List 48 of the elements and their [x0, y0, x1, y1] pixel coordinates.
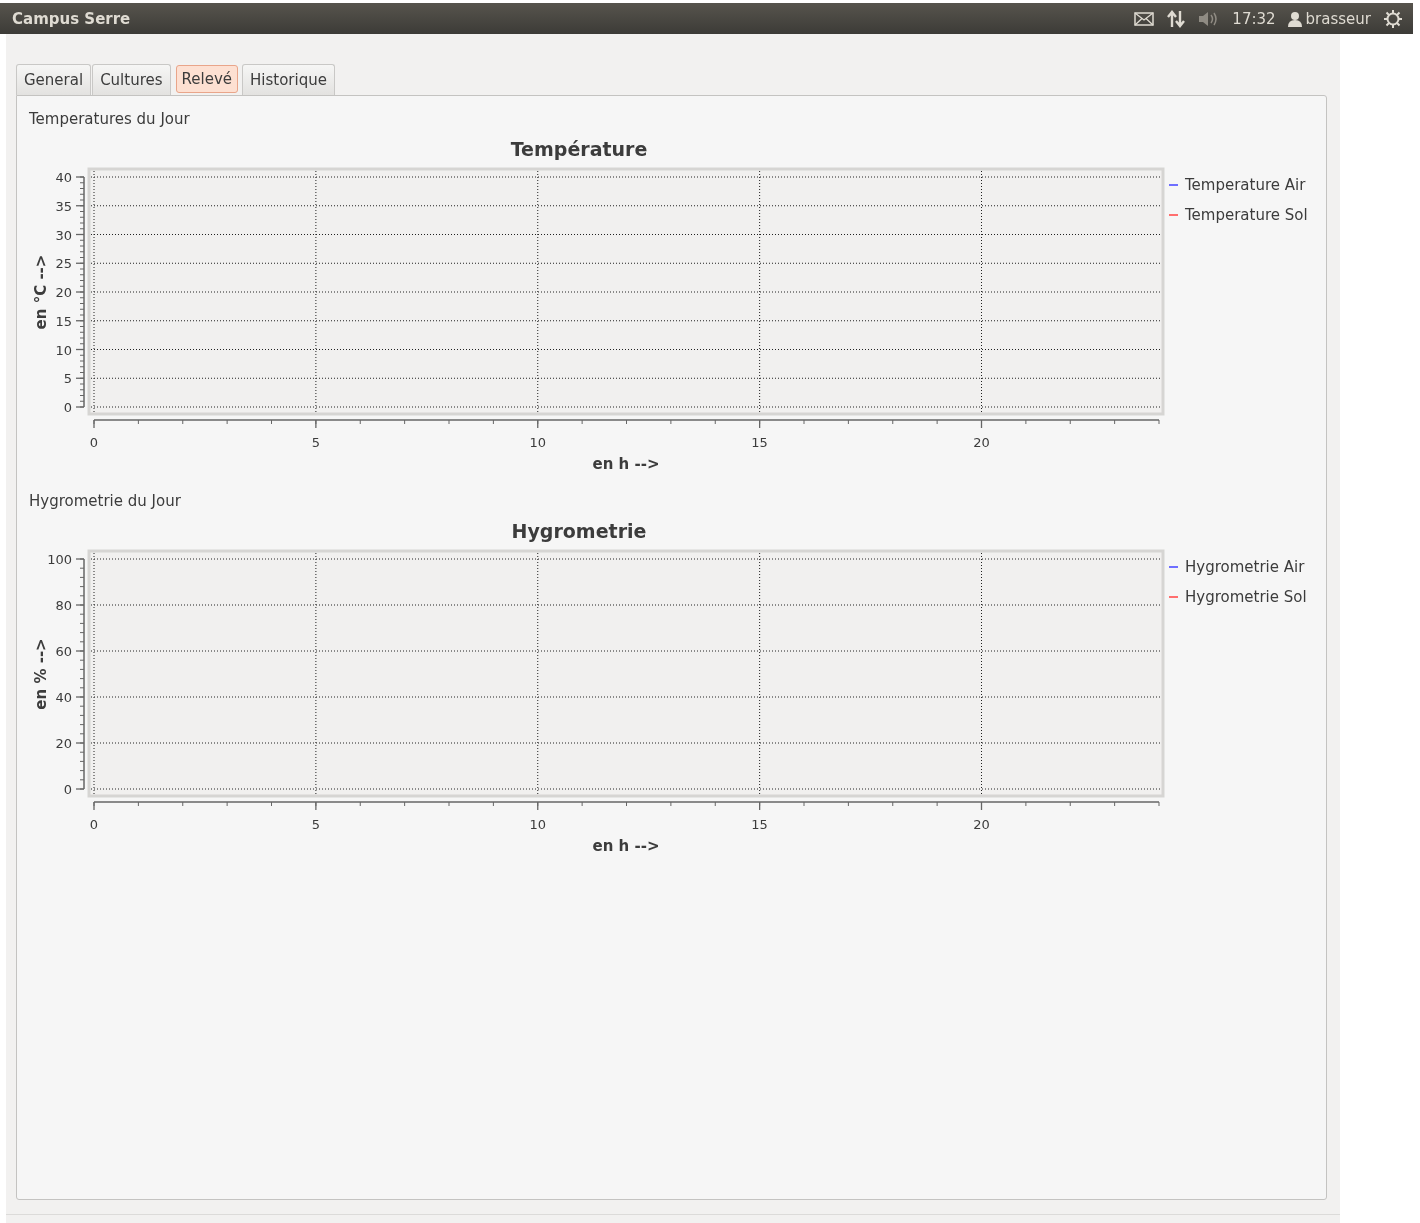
x-tick-label: 10: [529, 435, 546, 450]
x-axis-title: en h -->: [592, 455, 660, 473]
x-tick-label: 15: [751, 817, 768, 832]
mail-icon[interactable]: [1134, 11, 1155, 26]
x-tick-label: 10: [529, 817, 546, 832]
legend-label: Hygrometrie Air: [1185, 558, 1305, 576]
x-tick-label: 5: [311, 435, 320, 450]
user-name[interactable]: brasseur: [1305, 9, 1371, 28]
clock[interactable]: 17:32: [1232, 9, 1276, 28]
y-tick-label: 25: [55, 256, 72, 272]
chart-title: Hygrometrie: [510, 520, 648, 544]
y-tick-label: 15: [55, 313, 72, 329]
x-tick-label: 20: [973, 435, 990, 450]
y-tick-label: 30: [55, 227, 72, 243]
y-tick-label: 60: [55, 644, 72, 659]
y-tick-label: 40: [55, 690, 72, 705]
section-heading: Hygrometrie du Jour: [29, 492, 182, 512]
y-tick-label: 10: [55, 342, 72, 358]
x-tick-label: 0: [89, 435, 99, 450]
tab[interactable]: Cultures: [92, 64, 171, 95]
y-tick-label: 35: [55, 198, 72, 214]
chart-title: Température: [509, 138, 649, 162]
tab[interactable]: General: [16, 64, 92, 95]
x-axis-title: en h -->: [592, 837, 660, 855]
y-tick-label: 5: [63, 371, 72, 387]
y-tick-label: 20: [55, 285, 72, 300]
legend-label: Temperature Air: [1185, 176, 1306, 194]
x-tick-label: 15: [751, 435, 768, 450]
legend-label: Hygrometrie Sol: [1185, 588, 1307, 606]
y-tick-label: 80: [55, 598, 72, 613]
window-title: Campus Serre: [12, 9, 131, 28]
y-tick-label: 0: [63, 782, 72, 797]
y-tick-label: 0: [63, 400, 72, 415]
x-tick-label: 5: [311, 817, 320, 832]
y-tick-label: 100: [47, 552, 72, 567]
settings-icon[interactable]: [1383, 8, 1403, 29]
x-tick-label: 20: [973, 817, 990, 832]
tab[interactable]: Relevé: [175, 65, 239, 93]
y-tick-label: 20: [55, 736, 72, 751]
y-axis-title: en % -->: [32, 638, 50, 710]
tab[interactable]: Historique: [242, 64, 335, 95]
section-heading: Temperatures du Jour: [29, 110, 191, 130]
x-tick-label: 0: [89, 817, 99, 832]
legend-label: Temperature Sol: [1185, 206, 1308, 224]
y-tick-label: 40: [55, 170, 72, 185]
y-axis-title: en °C -->: [32, 254, 50, 330]
user-icon[interactable]: [1287, 10, 1302, 27]
transfer-arrows-icon[interactable]: [1166, 8, 1187, 29]
